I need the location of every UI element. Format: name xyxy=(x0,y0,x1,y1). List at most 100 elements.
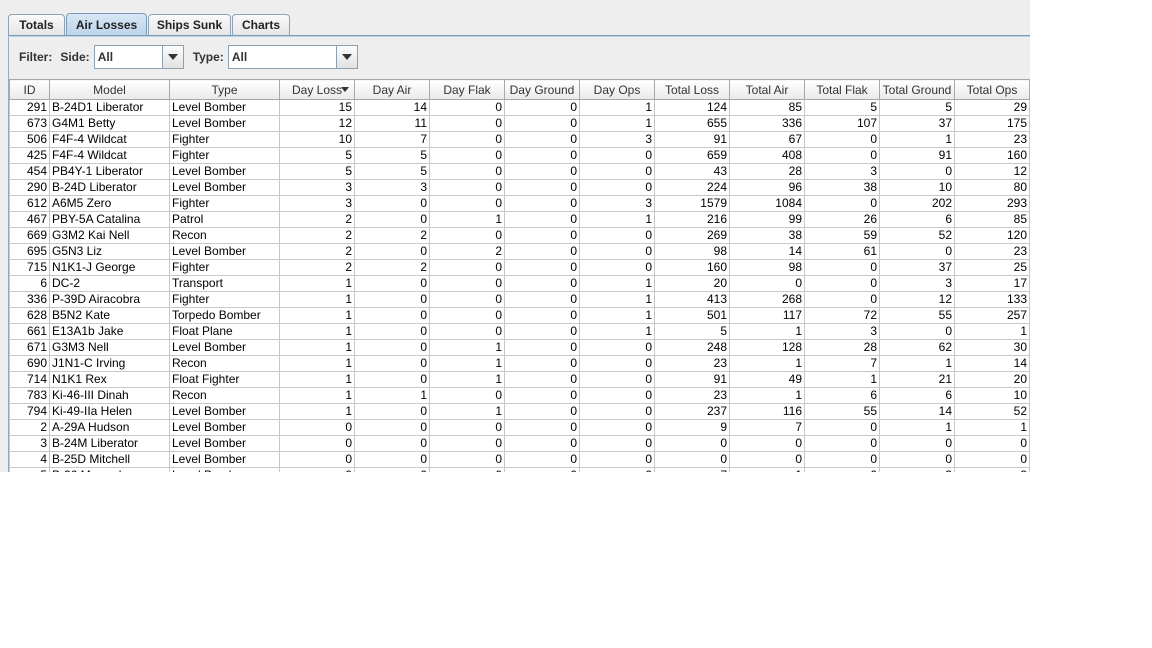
tab-air-losses[interactable]: Air Losses xyxy=(66,13,147,36)
table-cell: 12 xyxy=(879,291,955,308)
table-cell: 0 xyxy=(429,227,505,244)
table-cell: 160 xyxy=(654,259,730,276)
table-row[interactable]: 661 E13A1b Jake Float Plane 1 0 0 0 1 5 1 3 0 1 xyxy=(9,323,1030,340)
table-cell: 3 xyxy=(804,323,880,340)
column-header[interactable]: Model xyxy=(49,79,170,100)
table-cell: 52 xyxy=(954,403,1030,420)
table-row[interactable]: 454 PB4Y-1 Liberator Level Bomber 5 5 0 0 0 43 28… xyxy=(9,163,1030,180)
table-cell: 14 xyxy=(954,355,1030,372)
tab-charts[interactable]: Charts xyxy=(232,14,290,35)
column-header[interactable]: Day Flak xyxy=(429,79,505,100)
table-cell: 0 xyxy=(429,419,505,436)
table-row[interactable]: 612 A6M5 Zero Fighter 3 0 0 0 3 1579 1084 0 202 293 xyxy=(9,195,1030,212)
air-losses-table-container[interactable]: ID Model Type Day Loss Day Air Day Flak Day Gr… xyxy=(9,79,1030,472)
column-header[interactable]: Total Ground xyxy=(879,79,955,100)
table-header-row: ID Model Type Day Loss Day Air Day Flak Day Gr… xyxy=(9,79,1030,100)
table-cell: 612 xyxy=(9,195,50,212)
tab-ships-sunk[interactable]: Ships Sunk xyxy=(148,14,231,35)
table-cell: Level Bomber xyxy=(169,163,280,180)
table-row[interactable]: 715 N1K1-J George Fighter 2 2 0 0 0 160 98 0 37 25 xyxy=(9,259,1030,276)
table-row[interactable]: 671 G3M3 Nell Level Bomber 1 0 1 0 0 248 128 28 62 3… xyxy=(9,339,1030,356)
table-row[interactable]: 5B-26 MarauderLevel Bomber0000071033 xyxy=(9,467,1030,472)
column-header[interactable]: Total Flak xyxy=(804,79,880,100)
side-select-value: All xyxy=(97,50,114,64)
table-cell: 628 xyxy=(9,307,50,324)
column-header[interactable]: Day Air xyxy=(354,79,430,100)
table-cell: 1 xyxy=(804,371,880,388)
table-cell: PBY-5A Catalina xyxy=(49,211,170,228)
table-cell: 695 xyxy=(9,243,50,260)
table-cell: 2 xyxy=(279,243,355,260)
table-cell: 5 xyxy=(9,467,50,472)
table-cell: 0 xyxy=(804,131,880,148)
column-header[interactable]: ID xyxy=(9,79,50,100)
table-row[interactable]: 2 A-29A Hudson Level Bomber 0 0 0 0 0 9 7 0 1 1 xyxy=(9,419,1030,436)
table-row[interactable]: 794 Ki-49-IIa Helen Level Bomber 1 0 1 0 0 237 11… xyxy=(9,403,1030,420)
table-cell: 0 xyxy=(354,275,430,292)
table-row[interactable]: 673 G4M1 Betty Level Bomber 12 11 0 0 1 655 336 10… xyxy=(9,115,1030,132)
table-row[interactable]: 783 Ki-46-III Dinah Recon 1 1 0 0 0 23 1 6 6 10 xyxy=(9,387,1030,404)
table-cell: 0 xyxy=(579,451,655,468)
table-cell: 0 xyxy=(804,259,880,276)
column-header-label: Day Loss xyxy=(291,82,343,97)
table-row[interactable]: 6 DC-2 Transport 1 0 0 0 1 20 0 0 3 17 xyxy=(9,275,1030,292)
table-cell: 0 xyxy=(804,195,880,212)
table-row[interactable]: 336 P-39D Airacobra Fighter 1 0 0 0 1 413 268 0 12 1… xyxy=(9,291,1030,308)
table-cell: 80 xyxy=(954,179,1030,196)
table-cell: 107 xyxy=(804,115,880,132)
table-cell: 67 xyxy=(729,131,805,148)
table-cell: 5 xyxy=(654,323,730,340)
table-cell: 248 xyxy=(654,339,730,356)
table-row[interactable]: 690 J1N1-C Irving Recon 1 0 1 0 0 23 1 7 1 14 xyxy=(9,355,1030,372)
table-row[interactable]: 695 G5N3 Liz Level Bomber 2 0 2 0 0 98 14 61 0 23 xyxy=(9,243,1030,260)
table-row[interactable]: 3 B-24M Liberator Level Bomber 0 0 0 0 0 0 0 0 0 0 xyxy=(9,435,1030,452)
type-select[interactable]: All xyxy=(227,45,358,69)
table-cell: 0 xyxy=(429,323,505,340)
table-row[interactable]: 290 B-24D Liberator Level Bomber 3 3 0 0 0 224 96… xyxy=(9,179,1030,196)
chevron-down-icon[interactable] xyxy=(161,46,183,68)
table-cell: 1 xyxy=(729,467,805,472)
table-cell: 14 xyxy=(729,243,805,260)
table-cell: 0 xyxy=(429,131,505,148)
table-cell: 506 xyxy=(9,131,50,148)
table-cell: 257 xyxy=(954,307,1030,324)
table-cell: 0 xyxy=(429,291,505,308)
table-cell: 0 xyxy=(504,467,580,472)
table-cell: 3 xyxy=(879,275,955,292)
table-cell: 1 xyxy=(429,355,505,372)
tab-totals[interactable]: Totals xyxy=(8,14,65,35)
side-select[interactable]: All xyxy=(93,45,184,69)
table-cell: 7 xyxy=(354,131,430,148)
table-cell: 0 xyxy=(429,259,505,276)
column-header[interactable]: Total Air xyxy=(729,79,805,100)
table-cell: 5 xyxy=(279,163,355,180)
table-cell: 1 xyxy=(954,419,1030,436)
table-cell: 0 xyxy=(504,131,580,148)
table-cell: E13A1b Jake xyxy=(49,323,170,340)
table-row[interactable]: 425 F4F-4 Wildcat Fighter 5 5 0 0 0 659 408 0 91 160 xyxy=(9,147,1030,164)
table-row[interactable]: 506 F4F-4 Wildcat Fighter 10 7 0 0 3 91 67 0 1 23 xyxy=(9,131,1030,148)
table-cell: 3 xyxy=(954,467,1030,472)
column-header[interactable]: Day Ops xyxy=(579,79,655,100)
table-cell: 6 xyxy=(804,387,880,404)
type-select-value: All xyxy=(231,50,248,64)
column-header[interactable]: Total Loss xyxy=(654,79,730,100)
table-row[interactable]: 669 G3M2 Kai Nell Recon 2 2 0 0 0 269 38 59 52 120 xyxy=(9,227,1030,244)
table-row[interactable]: 467 PBY-5A Catalina Patrol 2 0 1 0 1 216 99 26 6 85 xyxy=(9,211,1030,228)
table-cell: 2 xyxy=(279,211,355,228)
column-header[interactable]: Day Ground xyxy=(504,79,580,100)
table-row[interactable]: 714 N1K1 Rex Float Fighter 1 0 1 0 0 91 49 1 21 20 xyxy=(9,371,1030,388)
column-header[interactable]: Type xyxy=(169,79,280,100)
chevron-down-icon[interactable] xyxy=(335,46,357,68)
table-cell: 715 xyxy=(9,259,50,276)
table-row[interactable]: 628 B5N2 Kate Torpedo Bomber 1 0 0 0 1 501 117 72 5… xyxy=(9,307,1030,324)
column-header[interactable]: Total Ops xyxy=(954,79,1030,100)
table-cell: 0 xyxy=(504,403,580,420)
column-header[interactable]: Day Loss xyxy=(279,79,355,100)
table-cell: 413 xyxy=(654,291,730,308)
table-row[interactable]: 291 B-24D1 Liberator Level Bomber 15 14 0 0 1 12… xyxy=(9,99,1030,116)
table-cell: Recon xyxy=(169,387,280,404)
table-cell: 0 xyxy=(354,243,430,260)
table-row[interactable]: 4 B-25D Mitchell Level Bomber 0 0 0 0 0 0 0 0 0 0 xyxy=(9,451,1030,468)
table-cell: 1 xyxy=(354,387,430,404)
